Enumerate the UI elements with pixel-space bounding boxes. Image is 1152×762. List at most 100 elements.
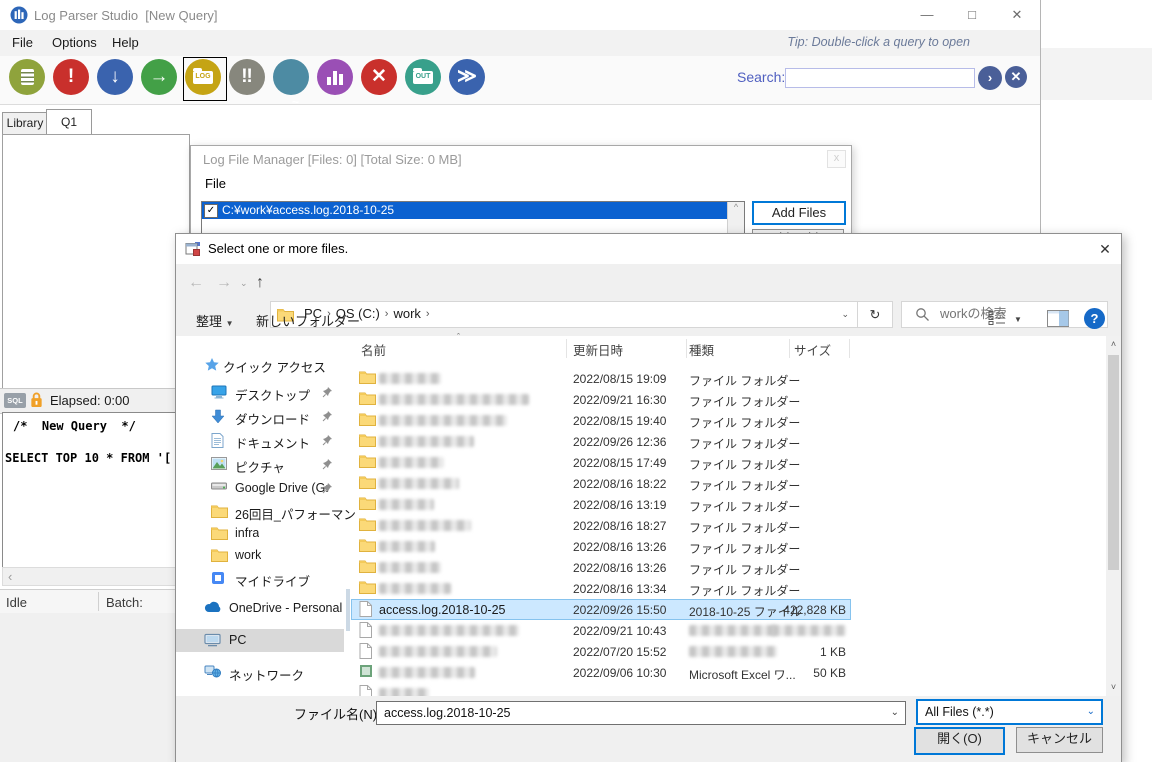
redacted-size [772,625,846,636]
folder-icon [359,412,376,426]
up-icon[interactable]: ↑ [256,274,264,292]
menu-file[interactable]: File [12,35,33,50]
lfm-file-entry[interactable]: ✓ C:¥work¥access.log.2018-10-25 [202,202,727,219]
file-row[interactable]: 2022/08/16 13:26 ファイル フォルダー [351,557,1106,578]
lfm-entry-checkbox[interactable]: ✓ [204,204,218,218]
output-folder-icon[interactable]: OUT [405,59,441,95]
pin-icon[interactable] [322,482,333,494]
file-list-scrollbar[interactable]: ˄ ˅ [1106,336,1121,696]
file-row[interactable]: 2022/08/15 17:49 ファイル フォルダー [351,452,1106,473]
pin-icon[interactable] [322,458,333,470]
preview-pane-icon[interactable] [1047,310,1069,327]
sidebar-item-pc[interactable]: PC [176,629,344,652]
sql-badge: SQL [4,393,26,408]
help-icon[interactable]: ? [1084,308,1105,329]
sidebar-item-folder[interactable]: 26回目_パフォーマンス [176,500,356,523]
sidebar-item-folder[interactable]: work [176,544,344,567]
run-query-icon[interactable]: → [141,59,177,95]
filename-combo[interactable]: access.log.2018-10-25 ⌄ [376,701,906,725]
filetype-combo[interactable]: All Files (*.*) ⌄ [916,699,1103,725]
sidebar-item-cloud[interactable]: OneDrive - Personal [176,597,344,620]
stop-icon[interactable]: ! [53,59,89,95]
file-row[interactable]: 2022/09/26 12:36 ファイル フォルダー [351,431,1106,452]
lfm-list-scrollbar[interactable]: ^ [727,202,744,236]
file-date: 2022/09/21 16:30 [573,393,667,407]
editor-hscrollbar[interactable]: ‹ [2,567,192,586]
log-file-manager-icon[interactable]: LOG [185,59,221,95]
pin-icon[interactable] [322,434,333,446]
file-row[interactable]: 2022/09/21 16:30 ファイル フォルダー [351,389,1106,410]
cancel-button[interactable]: キャンセル [1016,727,1103,753]
powershell-export-icon[interactable]: ≫ [449,59,485,95]
sidebar-item-hdd[interactable]: Google Drive (G: [176,477,344,500]
sidebar-item-gdrive[interactable]: マイドライブ [176,567,344,590]
file-row[interactable]: 2022/08/15 19:09 ファイル フォルダー [351,368,1106,389]
column-type[interactable]: 種類 [689,340,714,359]
file-row[interactable]: 2022/08/16 18:27 ファイル フォルダー [351,515,1106,536]
add-files-button[interactable]: Add Files [752,201,846,225]
file-type: ファイル フォルダー [689,458,801,472]
file-row[interactable]: 2022/08/16 13:34 ファイル フォルダー [351,578,1106,599]
tab-library[interactable]: Library [2,112,48,135]
chart-icon[interactable] [317,59,353,95]
tab-q1[interactable]: Q1 [46,109,92,136]
forward-icon[interactable]: → [216,274,232,292]
scroll-up-icon[interactable]: ˄ [1106,336,1121,353]
column-date[interactable]: 更新日時 [573,340,623,359]
new-query-icon[interactable] [9,59,45,95]
file-row[interactable]: 2022/09/21 10:43 [351,620,1106,641]
menu-options[interactable]: Options [52,35,97,50]
pin-icon[interactable] [322,386,333,398]
filetype-chevron-icon[interactable]: ⌄ [1087,706,1095,717]
fd-close-icon[interactable]: ✕ [1092,238,1118,260]
sidebar-scrollbar-thumb[interactable] [346,589,350,631]
file-row[interactable]: 2022/08/16 13:19 ファイル フォルダー [351,494,1106,515]
lfm-close-icon[interactable]: x [827,150,846,168]
new-folder-button[interactable]: 新しいフォルダー [256,311,360,330]
close-query-icon[interactable]: ✕ [361,59,397,95]
pin-icon[interactable] [322,410,333,422]
file-row[interactable]: 2022/08/16 18:22 ファイル フォルダー [351,473,1106,494]
sidebar-item-network[interactable]: ネットワーク [176,661,344,684]
file-row[interactable] [351,683,1106,696]
search-go-button[interactable]: › [978,66,1002,90]
back-icon[interactable]: ← [188,274,204,292]
view-mode-icon[interactable] [988,310,1008,326]
file-row[interactable]: 2022/08/15 19:40 ファイル フォルダー [351,410,1106,431]
sidebar-item-monitor[interactable]: デスクトップ [176,381,344,404]
filename-chevron-icon[interactable]: ⌄ [891,707,899,718]
abort-all-icon[interactable]: ‼ [229,59,265,95]
sidebar-item-doc[interactable]: ドキュメント [176,429,344,452]
history-chevron-icon[interactable]: ⌄ [240,278,248,289]
file-row[interactable]: access.log.2018-10-25 2022/09/26 15:50 201… [351,599,1106,620]
scrollbar-thumb[interactable] [1108,355,1119,570]
query-doc-icon[interactable]: ~ [273,59,309,109]
lock-icon [29,391,44,409]
organize-button[interactable]: 整理 ▼ [196,311,234,330]
sidebar-item-picture[interactable]: ピクチャ [176,453,344,476]
window-lower-area [0,613,190,762]
close-button[interactable]: ✕ [1000,4,1034,26]
fd-title: Select one or more files. [208,241,349,256]
search-input[interactable] [785,68,975,88]
menu-help[interactable]: Help [112,35,139,50]
folder-icon [359,517,376,531]
sidebar-item-folder[interactable]: infra [176,522,344,545]
column-size[interactable]: サイズ [794,340,831,359]
maximize-button[interactable]: □ [955,4,989,26]
search-clear-button[interactable]: ✕ [1005,66,1027,88]
query-editor[interactable]: /* New Query */ SELECT TOP 10 * FROM '[ [2,412,192,568]
download-query-icon[interactable]: ↓ [97,59,133,95]
file-row[interactable]: 2022/09/06 10:30 Microsoft Excel ワ... 50 K… [351,662,1106,683]
scroll-left-icon[interactable]: ‹ [8,569,12,584]
view-mode-chevron-icon[interactable]: ▼ [1014,315,1022,324]
minimize-button[interactable]: — [910,4,944,26]
sidebar-item-down-arrow[interactable]: ダウンロード [176,405,344,428]
lfm-menu-file[interactable]: File [205,176,226,191]
sidebar-item-star[interactable]: クイック アクセス [176,353,344,376]
file-row[interactable]: 2022/08/16 13:26 ファイル フォルダー [351,536,1106,557]
column-name[interactable]: 名前 [361,340,386,359]
open-button[interactable]: 開く(O) [914,727,1005,755]
scroll-down-icon[interactable]: ˅ [1106,679,1121,696]
file-row[interactable]: 2022/07/20 15:52 1 KB [351,641,1106,662]
